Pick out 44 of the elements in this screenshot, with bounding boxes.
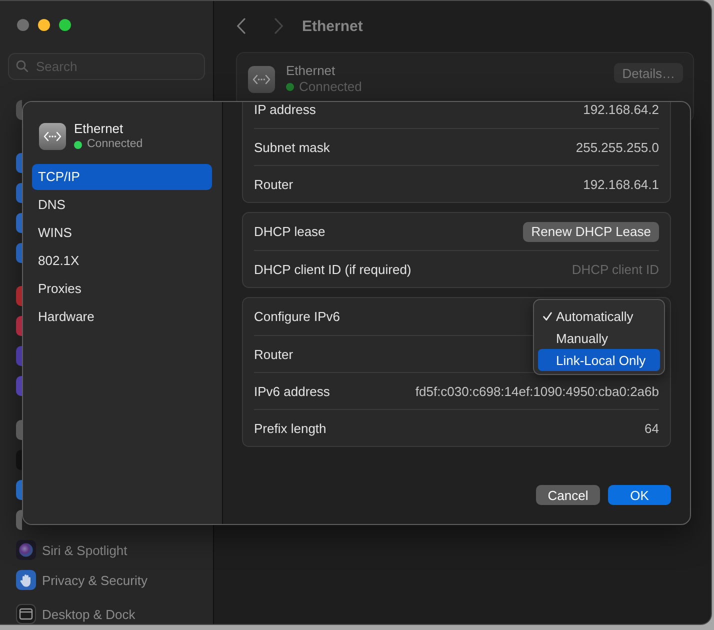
close-button[interactable] <box>17 19 29 31</box>
sidebar-tab[interactable]: Proxies <box>32 276 212 302</box>
field-value: 192.168.64.1 <box>583 176 659 192</box>
dots-brackets-icon <box>39 123 66 150</box>
sidebar-tab[interactable]: WINS <box>32 220 212 246</box>
sidebar-item[interactable]: Siri & Spotlight <box>42 542 128 558</box>
field-value: 255.255.255.0 <box>576 140 659 154</box>
sidebar-tab[interactable]: 802.1X <box>32 248 212 274</box>
menu-item[interactable]: Link-Local Only <box>538 349 660 371</box>
field-label: DHCP client ID (if required) <box>254 262 412 276</box>
field-value: 192.168.64.2 <box>583 102 659 117</box>
field-label: DHCP lease <box>254 224 326 239</box>
page-title: Ethernet <box>302 18 363 34</box>
sidebar-tab[interactable]: TCP/IP <box>32 164 212 190</box>
field-label: Router <box>254 176 294 192</box>
field-label: Subnet mask <box>254 140 330 154</box>
sidebar-item[interactable]: Privacy & Security <box>42 572 148 588</box>
hand-icon <box>16 570 36 590</box>
renew-button[interactable]: Renew DHCP Lease <box>523 222 659 242</box>
sidebar-tab[interactable]: DNS <box>32 192 212 218</box>
field-label: Router <box>254 346 294 362</box>
status-text: Connected <box>299 79 362 95</box>
minimize-button[interactable] <box>38 19 50 31</box>
sidebar-tab[interactable]: Hardware <box>32 304 212 330</box>
chevron-left-icon[interactable] <box>236 18 246 34</box>
field-label: Configure IPv6 <box>254 309 340 324</box>
sidebar-item[interactable]: Desktop & Dock <box>42 606 136 622</box>
ok-button[interactable]: OK <box>608 485 671 505</box>
orb-icon <box>16 540 36 560</box>
search-icon <box>16 60 28 72</box>
field-label: IP address <box>254 102 316 117</box>
zoom-button[interactable] <box>59 19 71 31</box>
field-label: Prefix length <box>254 420 326 436</box>
cancel-button[interactable]: Cancel <box>536 485 600 505</box>
field-value: fd5f:c030:c698:14ef:1090:4950:cba0:2a6b <box>415 384 659 398</box>
text-field[interactable]: DHCP client ID <box>499 262 659 276</box>
menu-item[interactable]: Automatically <box>538 305 660 327</box>
service-name: Ethernet <box>74 121 124 137</box>
field-label: IPv6 address <box>254 384 330 398</box>
service-name: Ethernet <box>286 63 336 79</box>
status-text: Connected <box>87 137 143 152</box>
dots-brackets-icon <box>248 66 275 93</box>
field-value: 64 <box>644 420 659 436</box>
menu-item[interactable]: Manually <box>538 327 660 349</box>
